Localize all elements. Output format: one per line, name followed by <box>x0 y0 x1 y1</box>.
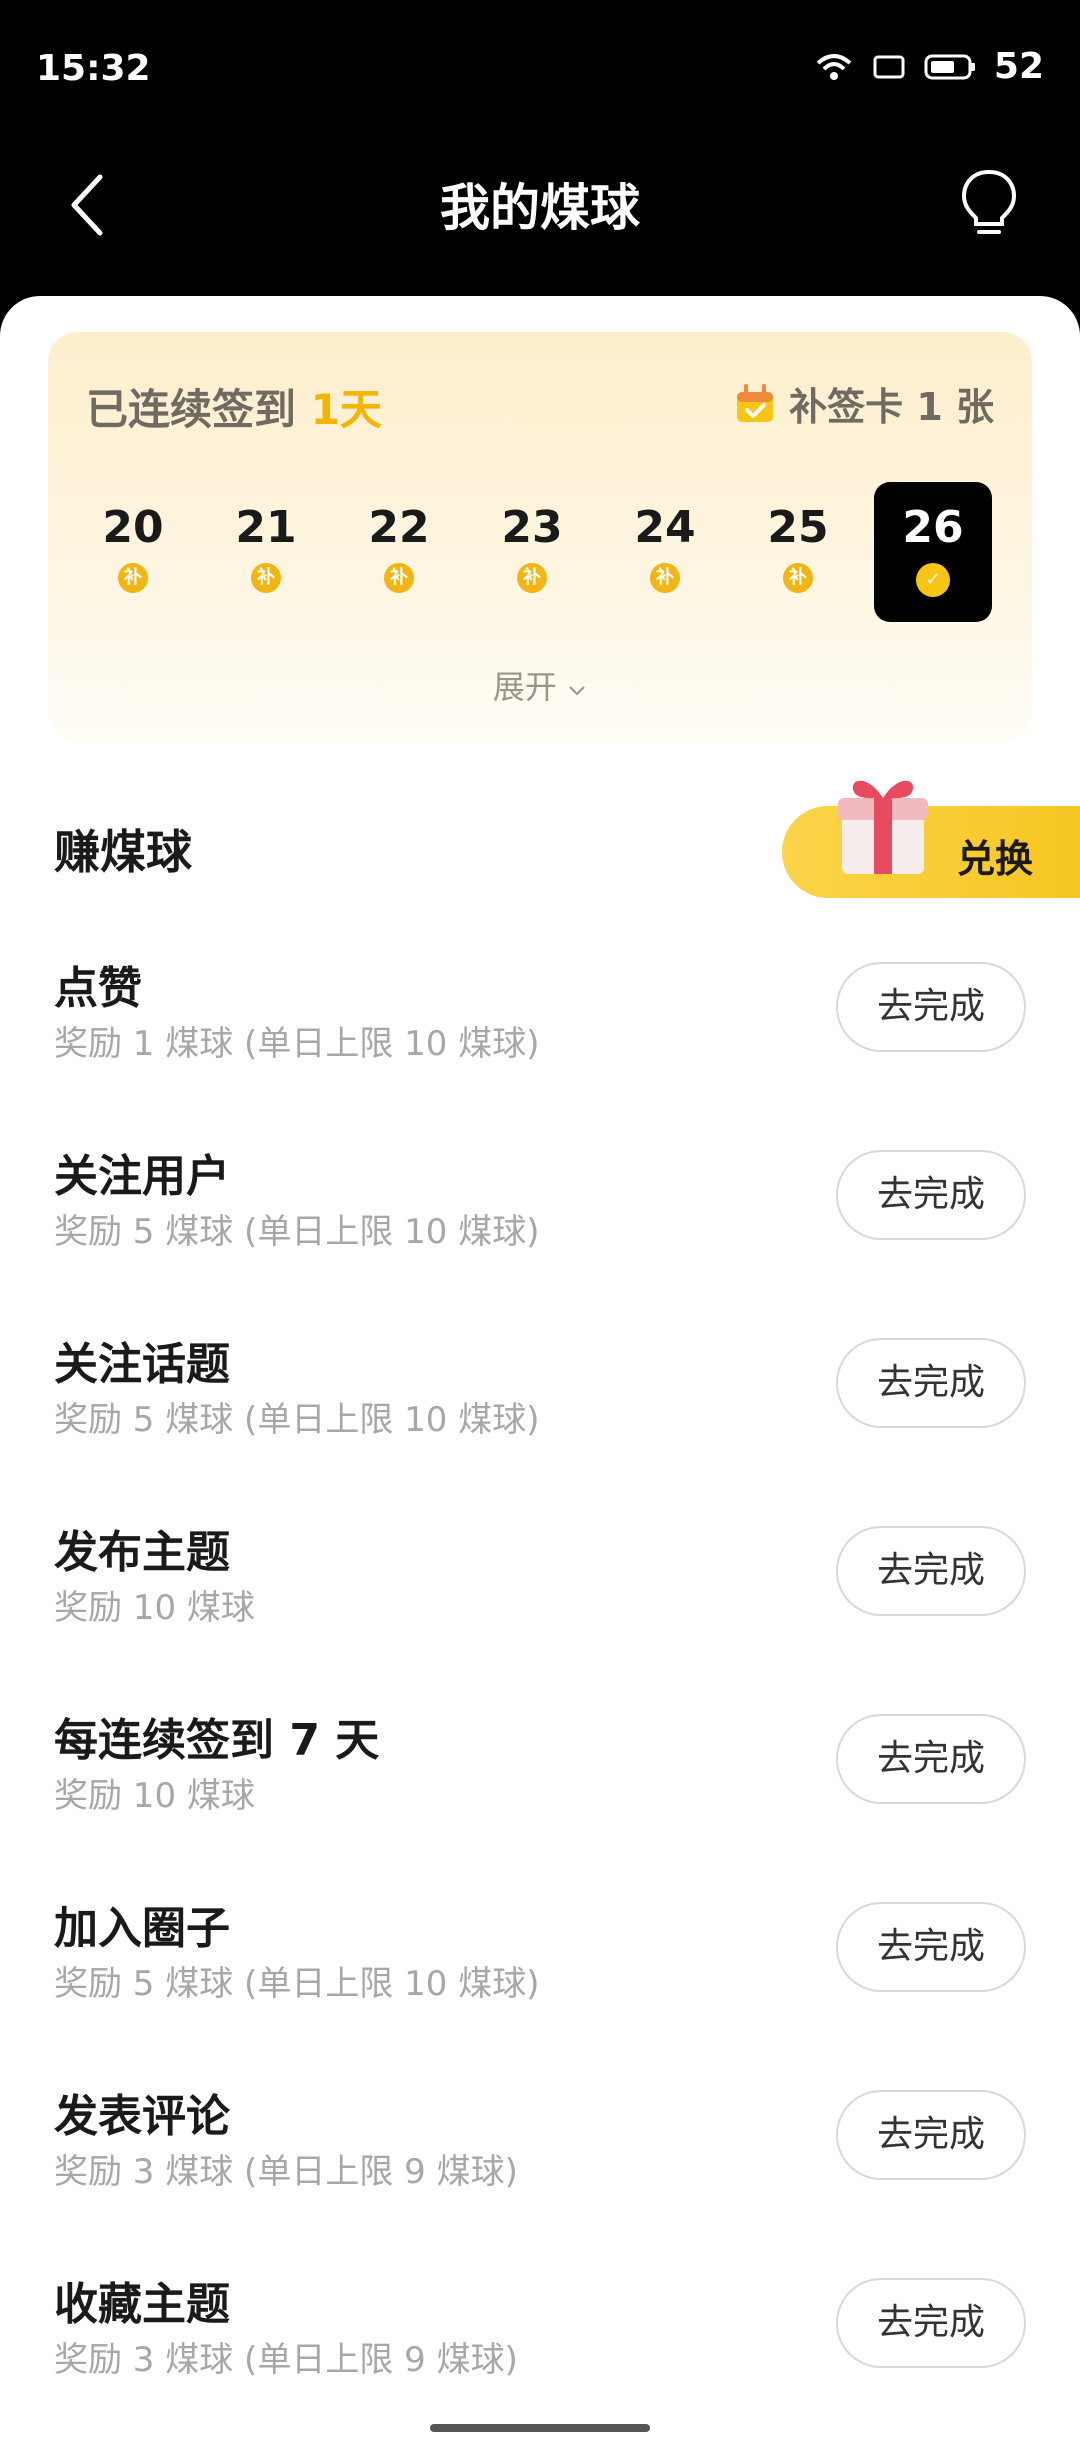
task-item-comment: 发表评论 奖励 3 煤球 (单日上限 9 煤球) 去完成 <box>0 2064 1080 2252</box>
day-25[interactable]: 25 补 <box>739 482 857 622</box>
task-reward: 奖励 10 煤球 <box>54 1776 255 1816</box>
expand-toggle[interactable]: 展开 <box>48 662 1032 708</box>
task-title: 收藏主题 <box>54 2279 230 2330</box>
task-item-like: 点赞 奖励 1 煤球 (单日上限 10 煤球) 去完成 <box>0 936 1080 1124</box>
complete-button[interactable]: 去完成 <box>836 1150 1026 1240</box>
checked-icon: ✓ <box>916 563 950 597</box>
wifi-icon <box>816 53 852 80</box>
task-reward: 奖励 5 煤球 (单日上限 10 煤球) <box>54 1212 540 1252</box>
makeup-badge: 补 <box>783 563 813 593</box>
battery-level: 52 <box>993 46 1044 87</box>
makeup-card-info[interactable]: 补签卡 1 张 <box>733 376 994 431</box>
task-item-favorite: 收藏主题 奖励 3 煤球 (单日上限 9 煤球) 去完成 <box>0 2252 1080 2440</box>
makeup-badge: 补 <box>650 563 680 593</box>
home-indicator[interactable] <box>430 2424 650 2432</box>
status-bar: 15:32 52 <box>0 0 1080 140</box>
status-icons: 52 <box>814 46 1044 87</box>
makeup-badge: 补 <box>517 563 547 593</box>
day-22[interactable]: 22 补 <box>340 482 458 622</box>
day-26-today[interactable]: 26 ✓ <box>874 482 992 622</box>
status-time: 15:32 <box>36 48 151 89</box>
task-title: 关注用户 <box>54 1151 230 1202</box>
task-item-join-circle: 加入圈子 奖励 5 煤球 (单日上限 10 煤球) 去完成 <box>0 1876 1080 2064</box>
task-item-follow-topic: 关注话题 奖励 5 煤球 (单日上限 10 煤球) 去完成 <box>0 1312 1080 1500</box>
task-reward: 奖励 3 煤球 (单日上限 9 煤球) <box>54 2152 518 2192</box>
task-title: 发布主题 <box>54 1527 230 1578</box>
task-reward: 奖励 5 煤球 (单日上限 10 煤球) <box>54 1400 540 1440</box>
tips-button[interactable] <box>954 162 1024 242</box>
makeup-badge: 补 <box>384 563 414 593</box>
calendar-check-icon <box>737 383 774 422</box>
task-item-checkin-streak: 每连续签到 7 天 奖励 10 煤球 去完成 <box>0 1688 1080 1876</box>
expand-label: 展开 <box>492 668 557 706</box>
task-reward: 奖励 5 煤球 (单日上限 10 煤球) <box>54 1964 540 2004</box>
day-21[interactable]: 21 补 <box>207 482 325 622</box>
task-reward: 奖励 1 煤球 (单日上限 10 煤球) <box>54 1024 540 1064</box>
complete-button[interactable]: 去完成 <box>836 1338 1026 1428</box>
complete-button[interactable]: 去完成 <box>836 1902 1026 1992</box>
nav-bar: 我的煤球 <box>0 140 1080 300</box>
task-title: 点赞 <box>54 963 142 1014</box>
task-title: 加入圈子 <box>54 1903 230 1954</box>
day-23[interactable]: 23 补 <box>473 482 591 622</box>
day-number: 24 <box>634 502 696 553</box>
task-title: 发表评论 <box>54 2091 230 2142</box>
checkin-card: 已连续签到 1天 补签卡 1 张 20 补 21 补 22 补 23 补 24 … <box>48 332 1032 742</box>
day-number: 26 <box>902 502 964 553</box>
lightbulb-icon <box>961 169 1017 234</box>
task-reward: 奖励 3 煤球 (单日上限 9 煤球) <box>54 2340 518 2380</box>
gift-icon <box>838 780 928 874</box>
makeup-badge: 补 <box>251 563 281 593</box>
streak-prefix: 已连续签到 <box>86 385 297 434</box>
makeup-badge: 补 <box>118 563 148 593</box>
content-sheet: 已连续签到 1天 补签卡 1 张 20 补 21 补 22 补 23 补 24 … <box>0 296 1080 2460</box>
task-item-follow-user: 关注用户 奖励 5 煤球 (单日上限 10 煤球) 去完成 <box>0 1124 1080 1312</box>
earn-section-title: 赚煤球 <box>54 825 192 879</box>
checkin-days: 20 补 21 补 22 补 23 补 24 补 25 补 26 ✓ <box>74 482 1004 622</box>
exchange-button[interactable]: 兑换 <box>782 780 1080 898</box>
task-reward: 奖励 10 煤球 <box>54 1588 255 1628</box>
page-title: 我的煤球 <box>440 179 640 237</box>
task-title: 每连续签到 7 天 <box>54 1715 380 1766</box>
battery-icon <box>924 54 975 79</box>
day-number: 20 <box>102 502 164 553</box>
day-number: 23 <box>501 502 563 553</box>
day-number: 21 <box>235 502 297 553</box>
day-number: 22 <box>368 502 430 553</box>
complete-button[interactable]: 去完成 <box>836 1526 1026 1616</box>
exchange-label: 兑换 <box>957 837 1034 881</box>
chevron-down-icon <box>569 686 585 696</box>
complete-button[interactable]: 去完成 <box>836 962 1026 1052</box>
complete-button[interactable]: 去完成 <box>836 2278 1026 2368</box>
task-title: 关注话题 <box>54 1339 230 1390</box>
screen-icon <box>873 55 905 78</box>
day-number: 25 <box>767 502 829 553</box>
makeup-card-label: 补签卡 1 张 <box>789 385 994 429</box>
streak-days: 1天 <box>310 385 382 434</box>
day-20[interactable]: 20 补 <box>74 482 192 622</box>
streak-text: 已连续签到 1天 <box>86 376 382 437</box>
complete-button[interactable]: 去完成 <box>836 2090 1026 2180</box>
task-item-publish-post: 发布主题 奖励 10 煤球 去完成 <box>0 1500 1080 1688</box>
day-24[interactable]: 24 补 <box>606 482 724 622</box>
complete-button[interactable]: 去完成 <box>836 1714 1026 1804</box>
